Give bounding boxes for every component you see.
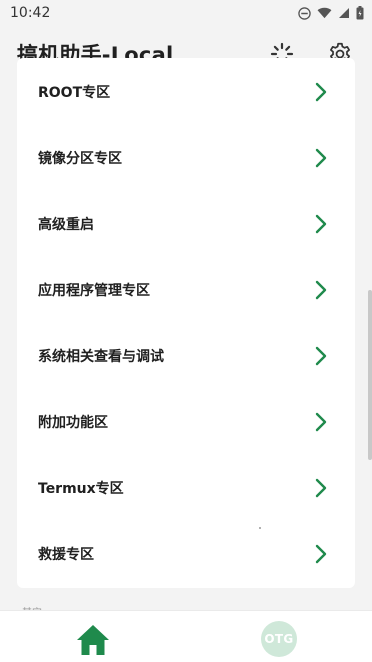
menu-item-extra-features[interactable]: 附加功能区 bbox=[17, 389, 355, 455]
wifi-icon bbox=[317, 7, 332, 19]
chevron-right-icon bbox=[315, 346, 329, 366]
chevron-right-icon bbox=[315, 214, 329, 234]
menu-item-app-management[interactable]: 应用程序管理专区 bbox=[17, 257, 355, 323]
menu-item-root[interactable]: ROOT专区 bbox=[17, 59, 355, 125]
battery-icon bbox=[356, 6, 364, 20]
decorative-dot bbox=[259, 527, 261, 529]
chevron-right-icon bbox=[315, 412, 329, 432]
menu-item-label: 附加功能区 bbox=[38, 415, 108, 431]
menu-item-partition[interactable]: 镜像分区专区 bbox=[17, 125, 355, 191]
status-icons bbox=[298, 6, 364, 20]
signal-icon bbox=[339, 8, 349, 18]
nav-home-button[interactable] bbox=[75, 623, 111, 657]
menu-item-label: 高级重启 bbox=[38, 217, 94, 233]
nav-otg-button[interactable]: OTG bbox=[261, 621, 297, 657]
chevron-right-icon bbox=[315, 82, 329, 102]
bottom-navigation: OTG bbox=[0, 610, 372, 662]
menu-item-system-debug[interactable]: 系统相关查看与调试 bbox=[17, 323, 355, 389]
status-bar: 10:42 bbox=[0, 0, 372, 26]
chevron-right-icon bbox=[315, 280, 329, 300]
chevron-right-icon bbox=[315, 478, 329, 498]
menu-item-label: 救援专区 bbox=[38, 547, 94, 563]
scrollbar[interactable] bbox=[368, 290, 372, 460]
do-not-disturb-icon bbox=[298, 6, 311, 20]
menu-item-label: 系统相关查看与调试 bbox=[38, 349, 164, 365]
menu-item-label: Termux专区 bbox=[38, 481, 124, 497]
menu-item-label: ROOT专区 bbox=[38, 85, 111, 101]
menu-item-label: 镜像分区专区 bbox=[38, 151, 122, 167]
menu-item-rescue[interactable]: 救援专区 bbox=[17, 521, 355, 587]
status-time: 10:42 bbox=[10, 5, 51, 21]
menu-item-termux[interactable]: Termux专区 bbox=[17, 455, 355, 521]
menu-item-advanced-reboot[interactable]: 高级重启 bbox=[17, 191, 355, 257]
home-icon bbox=[77, 625, 109, 655]
menu-item-label: 应用程序管理专区 bbox=[38, 283, 150, 299]
menu-card: ROOT专区 镜像分区专区 高级重启 应用程序管理专区 系统相关查看与调试 附加… bbox=[17, 58, 355, 588]
chevron-right-icon bbox=[315, 544, 329, 564]
chevron-right-icon bbox=[315, 148, 329, 168]
